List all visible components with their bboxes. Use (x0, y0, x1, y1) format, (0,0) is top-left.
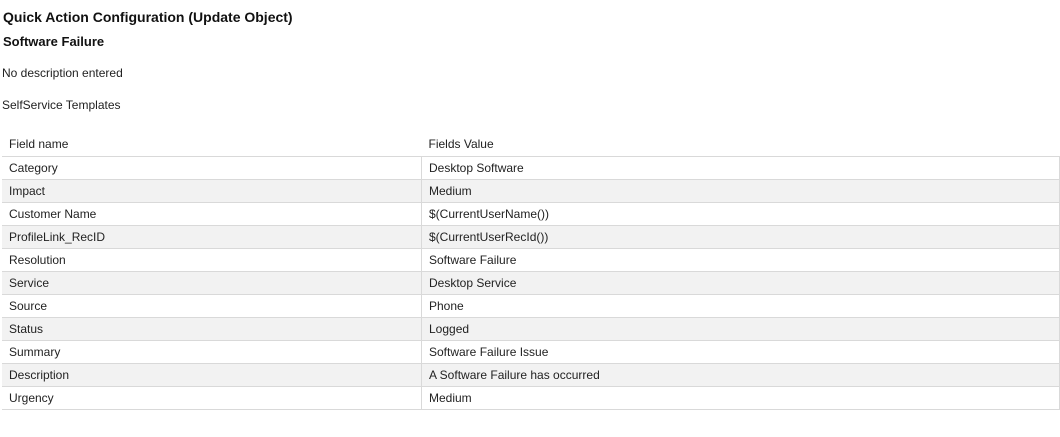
quick-action-name: Software Failure (3, 34, 105, 49)
field-name-cell: Resolution (2, 248, 422, 272)
table-row: Urgency Medium (2, 386, 1060, 410)
field-value-cell: Desktop Service (421, 271, 1060, 295)
field-name-cell: Description (2, 363, 422, 387)
field-name-cell: Customer Name (2, 202, 422, 226)
field-value-cell: $(CurrentUserName()) (421, 202, 1060, 226)
table-row: Customer Name $(CurrentUserName()) (2, 202, 1060, 226)
field-value-cell: Medium (421, 179, 1060, 203)
column-header-field-name[interactable]: Field name (2, 132, 422, 157)
field-value-cell: Logged (421, 317, 1060, 341)
table-row: Category Desktop Software (2, 156, 1060, 180)
column-header-fields-value[interactable]: Fields Value (421, 132, 1060, 157)
table-row: ProfileLink_RecID $(CurrentUserRecId()) (2, 225, 1060, 249)
field-name-cell: ProfileLink_RecID (2, 225, 422, 249)
field-name-cell: Impact (2, 179, 422, 203)
field-value-cell: Software Failure Issue (421, 340, 1060, 364)
field-value-cell: Phone (421, 294, 1060, 318)
field-value-cell: Desktop Software (421, 156, 1060, 180)
table-row: Description A Software Failure has occur… (2, 363, 1060, 387)
field-value-cell: Medium (421, 386, 1060, 410)
field-name-cell: Category (2, 156, 422, 180)
field-value-cell: Software Failure (421, 248, 1060, 272)
table-body: Category Desktop Software Impact Medium … (2, 156, 1060, 410)
field-name-cell: Status (2, 317, 422, 341)
table-header-row: Field name Fields Value (2, 132, 1060, 157)
field-name-cell: Source (2, 294, 422, 318)
table-row: Resolution Software Failure (2, 248, 1060, 272)
table-row: Impact Medium (2, 179, 1060, 203)
field-name-cell: Service (2, 271, 422, 295)
table-row: Status Logged (2, 317, 1060, 341)
field-value-cell: A Software Failure has occurred (421, 363, 1060, 387)
table-row: Source Phone (2, 294, 1060, 318)
table-row: Summary Software Failure Issue (2, 340, 1060, 364)
page-title: Quick Action Configuration (Update Objec… (3, 9, 293, 25)
field-name-cell: Urgency (2, 386, 422, 410)
template-category-label: SelfService Templates (2, 98, 121, 112)
fields-table: Field name Fields Value Category Desktop… (2, 132, 1060, 410)
description-text: No description entered (2, 66, 123, 80)
field-value-cell: $(CurrentUserRecId()) (421, 225, 1060, 249)
field-name-cell: Summary (2, 340, 422, 364)
table-row: Service Desktop Service (2, 271, 1060, 295)
